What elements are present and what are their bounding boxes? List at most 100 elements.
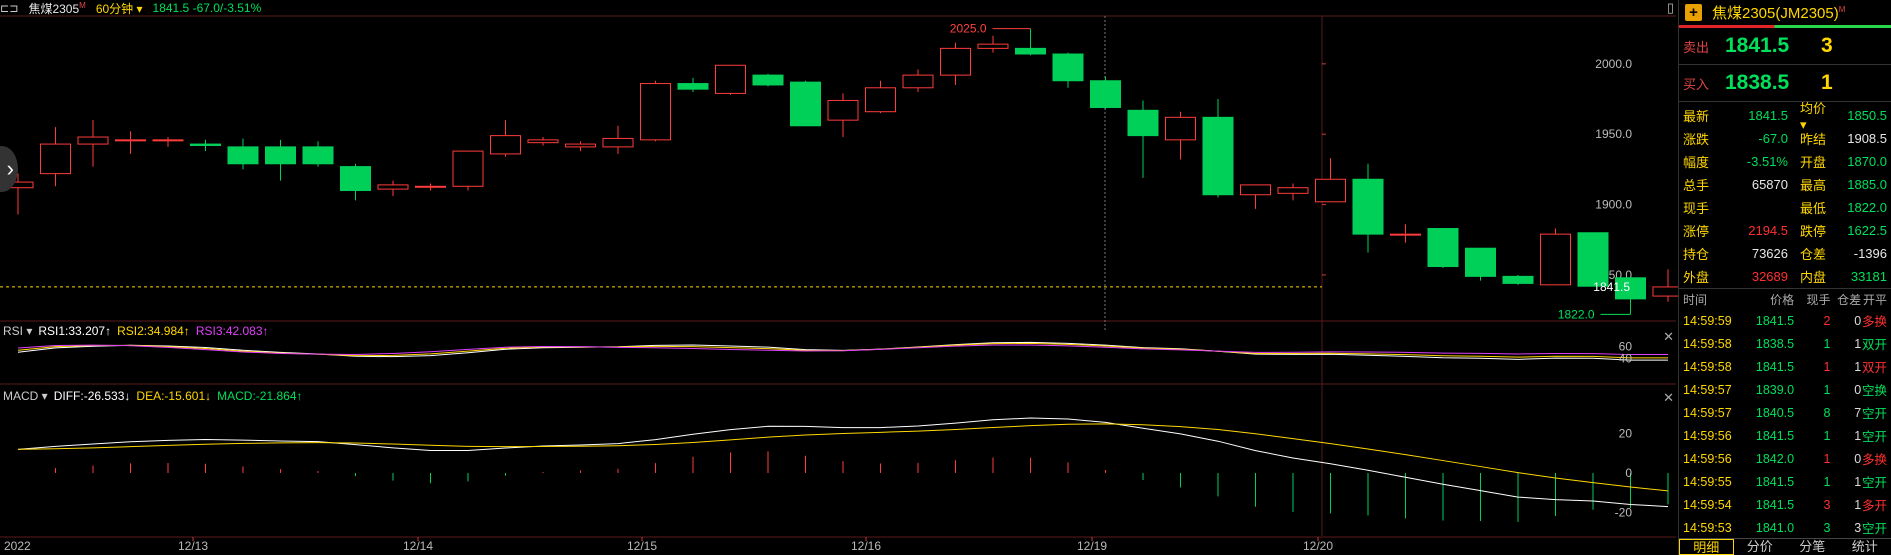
tab-2[interactable]: 分笔 [1786,539,1839,555]
stat-value: 1841.5 [1748,108,1788,123]
tab-0[interactable]: 明细 [1679,539,1734,555]
stat-label: 现手 [1683,201,1710,216]
candle-body [1202,116,1234,196]
candle-body [1427,228,1459,268]
last-price-box [1323,278,1375,295]
tick-row[interactable]: 14:59:53 1841.0 3 3 空开 [1679,516,1891,539]
candle-body [1052,53,1084,82]
bid-label: 买入 [1683,76,1710,92]
tick-price: 1838.5 [1755,336,1795,351]
stat-label: 昨结 [1800,132,1827,147]
add-icon[interactable]: + [1685,4,1702,21]
macd-selector[interactable]: MACD ▾ [3,389,48,403]
stat-label: 幅度 [1683,155,1710,170]
candle-body [1390,233,1421,236]
tick-row[interactable]: 14:59:57 1840.5 8 7 空开 [1679,401,1891,424]
rsi1-value: RSI1:33.207↑ [38,324,112,338]
period-selector[interactable]: 60分钟 ▾ [96,0,143,17]
close-icon[interactable]: ✕ [1663,390,1674,406]
candle-body [190,143,221,146]
candle-body [677,83,709,90]
tick-row[interactable]: 14:59:58 1838.5 1 1 双开 [1679,332,1891,355]
tick-qty: 1 [1823,474,1831,489]
quote-stats: 最新 1841.5 均价 ▾ 1850.5 涨跌 -67.0 昨结 1908.5 幅… [1679,101,1891,289]
stat-label: 外盘 [1683,270,1710,285]
candle-body [452,150,484,187]
candle-body [152,139,184,142]
tick-type: 多换 [1861,315,1887,329]
tick-price: 1840.5 [1755,405,1795,420]
stat-label: 最高 [1800,178,1827,193]
rsi-line [17,344,1669,356]
bid-row[interactable]: 买入 1838.5 1 [1679,65,1891,102]
stat-label: 内盘 [1800,270,1827,285]
candle-body [1090,80,1121,108]
candle-body [1352,178,1384,235]
candle-body [1315,178,1346,203]
candle-body [1240,184,1271,196]
stat-label: 跌停 [1800,224,1827,239]
stat-row: 涨跌 -67.0 昨结 1908.5 [1679,127,1891,150]
stat-label: 最新 [1683,109,1710,124]
tick-qty: 3 [1823,497,1831,512]
tick-type: 多换 [1861,453,1887,467]
symbol-label[interactable]: 焦煤2305M [28,0,85,17]
ask-label: 卖出 [1683,39,1710,55]
stat-label: 仓差 [1800,247,1827,262]
candle-body [977,43,1009,49]
tick-type: 多开 [1861,499,1887,513]
layout-icon[interactable]: ⊏⊐ [0,2,18,15]
tick-oi: 1 [1854,474,1862,489]
candle-body [865,87,896,113]
tick-row[interactable]: 14:59:57 1839.0 1 0 空换 [1679,378,1891,401]
tick-row[interactable]: 14:59:56 1841.5 1 1 空开 [1679,424,1891,447]
stat-label: 均价 ▾ [1800,101,1827,132]
panel-toggle-icon[interactable]: ▯ [1667,0,1674,16]
tick-time: 14:59:55 [1683,474,1732,489]
rsi3-value: RSI3:42.083↑ [195,324,269,338]
macd-header: MACD ▾ DIFF:-26.533↓ DEA:-15.601↓ MACD:-… [3,389,303,403]
tick-price: 1839.0 [1755,382,1795,397]
ask-row[interactable]: 卖出 1841.5 3 [1679,28,1891,65]
tick-row[interactable]: 14:59:58 1841.5 1 1 双开 [1679,355,1891,378]
close-icon[interactable]: ✕ [1663,329,1674,345]
stat-label: 总手 [1683,178,1710,193]
stat-value: -3.51% [1746,154,1788,169]
tick-price: 1842.0 [1755,451,1795,466]
tick-price: 1841.5 [1755,313,1795,328]
stat-label: 涨停 [1683,224,1710,239]
rsi-selector[interactable]: RSI ▾ [3,324,32,338]
macd-value: MACD:-21.864↑ [217,389,303,403]
tick-row[interactable]: 14:59:56 1842.0 1 0 多换 [1679,447,1891,470]
x-axis-label: 12/16 [851,539,881,553]
tab-3[interactable]: 统计 [1839,539,1891,555]
tick-row[interactable]: 14:59:59 1841.5 2 0 多换 [1679,309,1891,332]
stat-value: 33181 [1850,269,1887,284]
tick-time: 14:59:56 [1683,428,1732,443]
tick-qty: 1 [1823,428,1831,443]
panel-tabs: 明细 分价 分笔 统计 [1679,538,1891,555]
macd-tick-label: 20 [1619,427,1633,441]
ticks-header: 时间 价格 现手 仓差 开平 [1679,289,1891,309]
candle-body [340,166,371,192]
tick-row[interactable]: 14:59:54 1841.5 3 1 多开 [1679,493,1891,516]
tick-qty: 3 [1823,520,1831,535]
stat-value: 2194.5 [1748,223,1788,238]
x-axis-label: 12/19 [1077,539,1107,553]
tick-row[interactable]: 14:59:55 1841.5 1 1 空开 [1679,470,1891,493]
tick-time: 14:59:57 [1683,405,1732,420]
ticks-list[interactable]: 14:59:59 1841.5 2 0 多换 14:59:58 1838.5 1 … [1679,309,1891,539]
x-axis-label: 12/13 [178,539,208,553]
x-axis-label: 12/14 [403,539,433,553]
candle-body [115,139,146,142]
tab-1[interactable]: 分价 [1734,539,1787,555]
dea-line [17,423,1669,492]
stat-row: 总手 65870 最高 1885.0 [1679,173,1891,196]
candle-body [1127,109,1159,137]
kline-chart[interactable]: 2000.01950.01900.01850.01841.52025.01822… [0,0,1678,555]
chart-area[interactable]: 2000.0 1950.0 1900.0 1850.0 1841.5 2025.0 1822… [0,0,1678,555]
chart-topbar: ⊏⊐ 焦煤2305M 60分钟 ▾ 1841.5 -67.0/-3.51% [0,0,1676,16]
tick-qty: 1 [1823,336,1831,351]
stat-label: 持仓 [1683,247,1710,262]
price-info: 1841.5 -67.0/-3.51% [152,1,262,15]
